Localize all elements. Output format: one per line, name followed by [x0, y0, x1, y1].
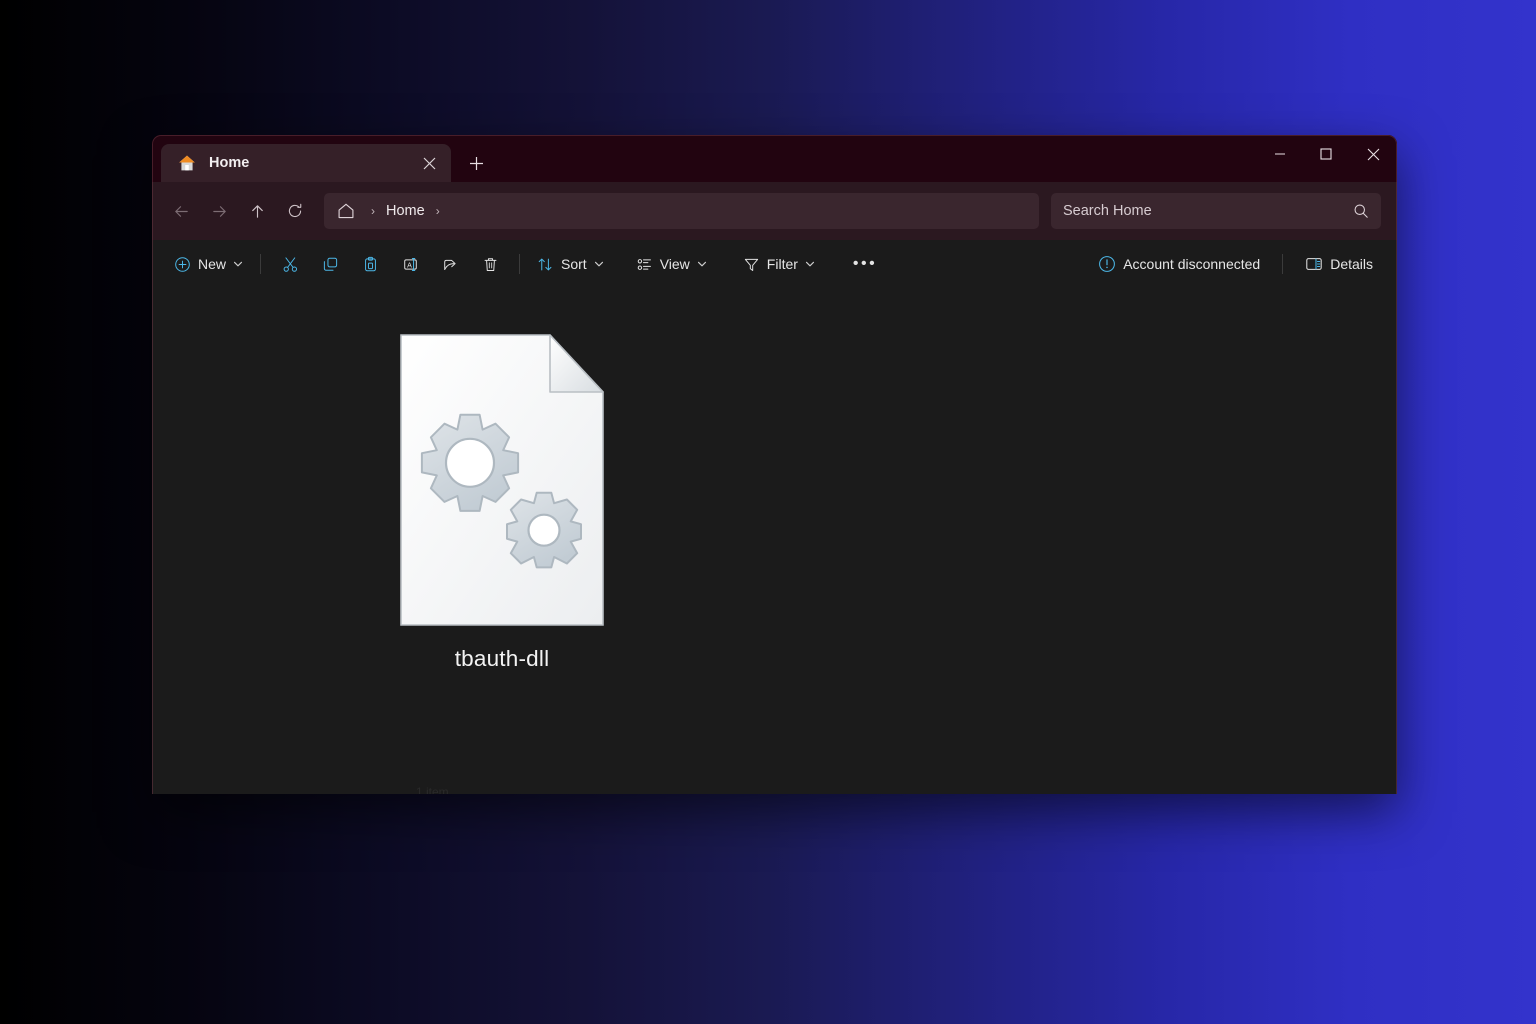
breadcrumb-item-home[interactable]: Home [386, 203, 425, 219]
file-icon-wrapper [392, 330, 612, 630]
window-controls [1257, 135, 1397, 173]
alert-circle-icon [1099, 256, 1116, 272]
cut-button[interactable] [270, 247, 310, 281]
details-button-label: Details [1330, 256, 1373, 272]
minimize-button[interactable] [1257, 135, 1303, 173]
dll-gears-file-icon [400, 334, 604, 626]
tab-title: Home [209, 155, 250, 171]
back-button[interactable] [162, 194, 200, 228]
file-name-label: tbauth-dll [454, 646, 550, 671]
refresh-icon [288, 203, 302, 218]
filter-button[interactable]: Filter [735, 247, 823, 281]
details-pane-icon [1306, 258, 1322, 270]
filter-button-label: Filter [766, 256, 798, 272]
maximize-button[interactable] [1303, 135, 1349, 173]
search-icon[interactable] [1353, 203, 1369, 219]
view-button-label: View [659, 256, 690, 272]
search-box[interactable] [1051, 193, 1381, 229]
breadcrumb-separator: › [371, 204, 375, 218]
share-icon [443, 259, 456, 270]
command-separator [260, 254, 262, 274]
close-icon [1367, 148, 1379, 160]
view-button[interactable]: View [628, 247, 715, 281]
rename-button[interactable]: A [390, 247, 430, 281]
command-separator-3 [1282, 254, 1284, 274]
account-status-label: Account disconnected [1123, 256, 1261, 272]
delete-button[interactable] [470, 247, 510, 281]
funnel-icon [744, 258, 758, 271]
refresh-button[interactable] [276, 194, 314, 228]
back-arrow-icon [174, 205, 188, 217]
new-button[interactable]: New [166, 247, 251, 281]
home-icon [179, 155, 195, 171]
forward-arrow-icon [212, 205, 226, 217]
file-item[interactable]: tbauth-dll [400, 324, 604, 678]
command-bar: New A Sort View Filter ••• Account disco… [152, 240, 1397, 288]
breadcrumb-separator-trailing[interactable]: › [427, 204, 449, 218]
scissors-icon [283, 256, 297, 272]
forward-button[interactable] [200, 194, 238, 228]
address-bar[interactable]: › Home › [324, 193, 1039, 229]
plus-circle-icon [175, 256, 190, 272]
svg-text:A: A [407, 261, 412, 269]
overflow-menu-button[interactable]: ••• [845, 247, 885, 281]
status-bar: 1 item [152, 786, 1397, 794]
chevron-down-icon [805, 261, 814, 267]
sort-button[interactable]: Sort [529, 247, 612, 281]
share-button[interactable] [430, 247, 470, 281]
new-button-label: New [198, 256, 227, 272]
file-list-area[interactable]: tbauth-dll [152, 288, 1397, 794]
tab-home[interactable]: Home [161, 144, 451, 182]
command-separator-2 [519, 254, 521, 274]
paste-button[interactable] [350, 247, 390, 281]
close-icon [423, 157, 435, 169]
file-grid: tbauth-dll [152, 324, 1397, 678]
clipboard-icon [364, 256, 376, 271]
minimize-icon [1275, 153, 1285, 155]
window-close-button[interactable] [1349, 135, 1397, 173]
up-arrow-icon [251, 204, 263, 218]
trash-icon [484, 257, 496, 271]
details-button[interactable]: Details [1297, 247, 1381, 281]
file-explorer-window: Home › Home › Search Home New A Sort Vie… [152, 135, 1397, 794]
search-input[interactable] [1063, 203, 1353, 219]
tab-strip: Home [152, 135, 493, 182]
maximize-icon [1320, 148, 1332, 160]
plus-icon [469, 156, 483, 170]
rename-icon: A [403, 257, 417, 271]
view-list-icon [637, 258, 651, 270]
overflow-dots-icon: ••• [852, 255, 878, 272]
chevron-down-icon [594, 261, 603, 267]
copy-icon [323, 257, 337, 271]
navigation-bar: › Home › [152, 182, 1397, 240]
status-bar-text: 1 item [416, 786, 449, 794]
sort-arrows-icon [538, 258, 552, 270]
up-button[interactable] [238, 194, 276, 228]
home-outline-icon[interactable] [336, 201, 356, 221]
chevron-down-icon [697, 261, 706, 267]
title-bar: Home [152, 135, 1397, 182]
account-status-button[interactable]: Account disconnected [1090, 247, 1268, 281]
tab-close-button[interactable] [415, 149, 443, 177]
new-tab-button[interactable] [459, 146, 493, 180]
chevron-down-icon [233, 261, 243, 267]
sort-button-label: Sort [561, 256, 587, 272]
copy-button[interactable] [310, 247, 350, 281]
